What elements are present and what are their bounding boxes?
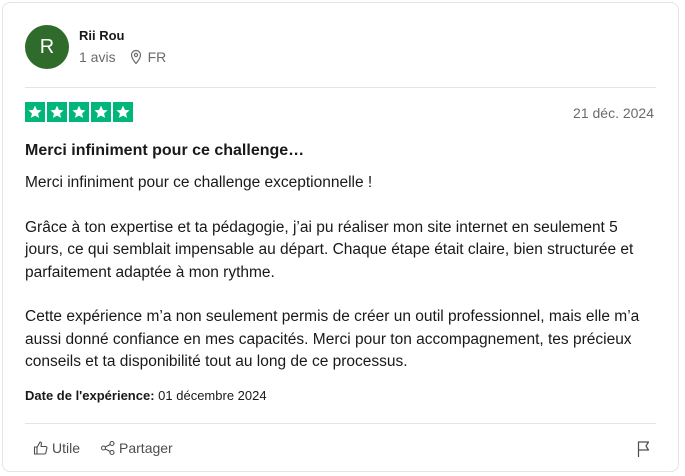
avatar[interactable]: R bbox=[25, 25, 69, 69]
review-actions: Utile Partager bbox=[33, 440, 193, 456]
useful-label: Utile bbox=[52, 440, 81, 456]
review-paragraph: Grâce à ton expertise et ta pédagogie, j… bbox=[25, 218, 634, 281]
experience-value: 01 décembre 2024 bbox=[158, 388, 267, 403]
experience-label: Date de l'expérience: bbox=[25, 388, 155, 403]
share-icon bbox=[100, 440, 115, 456]
star-icon bbox=[47, 102, 67, 122]
star-rating bbox=[25, 102, 133, 122]
flag-icon[interactable] bbox=[636, 440, 652, 458]
review-paragraph: Cette expérience m’a non seulement permi… bbox=[25, 308, 640, 370]
reviewer-country: FR bbox=[147, 48, 167, 65]
reviewer-header: R Rii Rou 1 avis FR bbox=[25, 25, 166, 69]
review-title[interactable]: Merci infiniment pour ce challenge… bbox=[25, 142, 304, 160]
reviewer-meta: 1 avis FR bbox=[79, 49, 166, 65]
divider bbox=[25, 87, 656, 88]
review-date: 21 déc. 2024 bbox=[573, 105, 654, 121]
review-body: Merci infiniment pour ce challenge excep… bbox=[25, 172, 655, 374]
reviewer-name[interactable]: Rii Rou bbox=[79, 28, 166, 43]
useful-button[interactable]: Utile bbox=[33, 440, 80, 456]
share-button[interactable]: Partager bbox=[100, 440, 173, 456]
thumbs-up-icon bbox=[33, 441, 48, 455]
reviews-count: 1 avis bbox=[79, 48, 116, 65]
review-card: R Rii Rou 1 avis FR 21 déc. 2024 Merci i… bbox=[2, 2, 679, 472]
location-pin-icon bbox=[130, 49, 141, 64]
divider bbox=[25, 423, 656, 424]
star-icon bbox=[91, 102, 111, 122]
review-paragraph: Merci infiniment pour ce challenge excep… bbox=[25, 174, 373, 191]
share-label: Partager bbox=[119, 440, 173, 456]
star-icon bbox=[69, 102, 89, 122]
experience-date: Date de l'expérience: 01 décembre 2024 bbox=[25, 388, 267, 403]
reviewer-info: Rii Rou 1 avis FR bbox=[79, 28, 166, 65]
star-icon bbox=[113, 102, 133, 122]
star-icon bbox=[25, 102, 45, 122]
